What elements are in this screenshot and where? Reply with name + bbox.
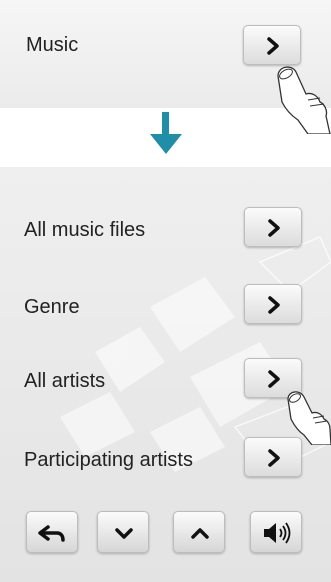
all-music-files-button[interactable] [244, 207, 302, 247]
back-arrow-icon [38, 525, 65, 542]
volume-button[interactable] [250, 511, 302, 553]
chevron-up-icon [191, 528, 209, 539]
chevron-right-icon [268, 296, 280, 314]
menu-item-label: Participating artists [24, 449, 193, 471]
scroll-up-button[interactable] [173, 511, 225, 553]
menu-item-label: Genre [24, 296, 80, 318]
chevron-down-icon [115, 528, 133, 539]
genre-button[interactable] [244, 284, 302, 324]
hand-pointer-icon [277, 66, 331, 134]
menu-item-label: All music files [24, 219, 146, 241]
menu-item-label: All artists [24, 370, 106, 392]
music-label: Music [26, 34, 79, 56]
hand-pointer-icon [287, 391, 331, 445]
arrow-down-icon [150, 112, 182, 154]
music-menu-panel: All music files Genre All artists Partic… [0, 167, 331, 582]
back-button[interactable] [26, 511, 78, 553]
scroll-down-button[interactable] [97, 511, 149, 553]
speaker-volume-icon [264, 522, 291, 544]
chevron-right-icon [268, 219, 280, 237]
